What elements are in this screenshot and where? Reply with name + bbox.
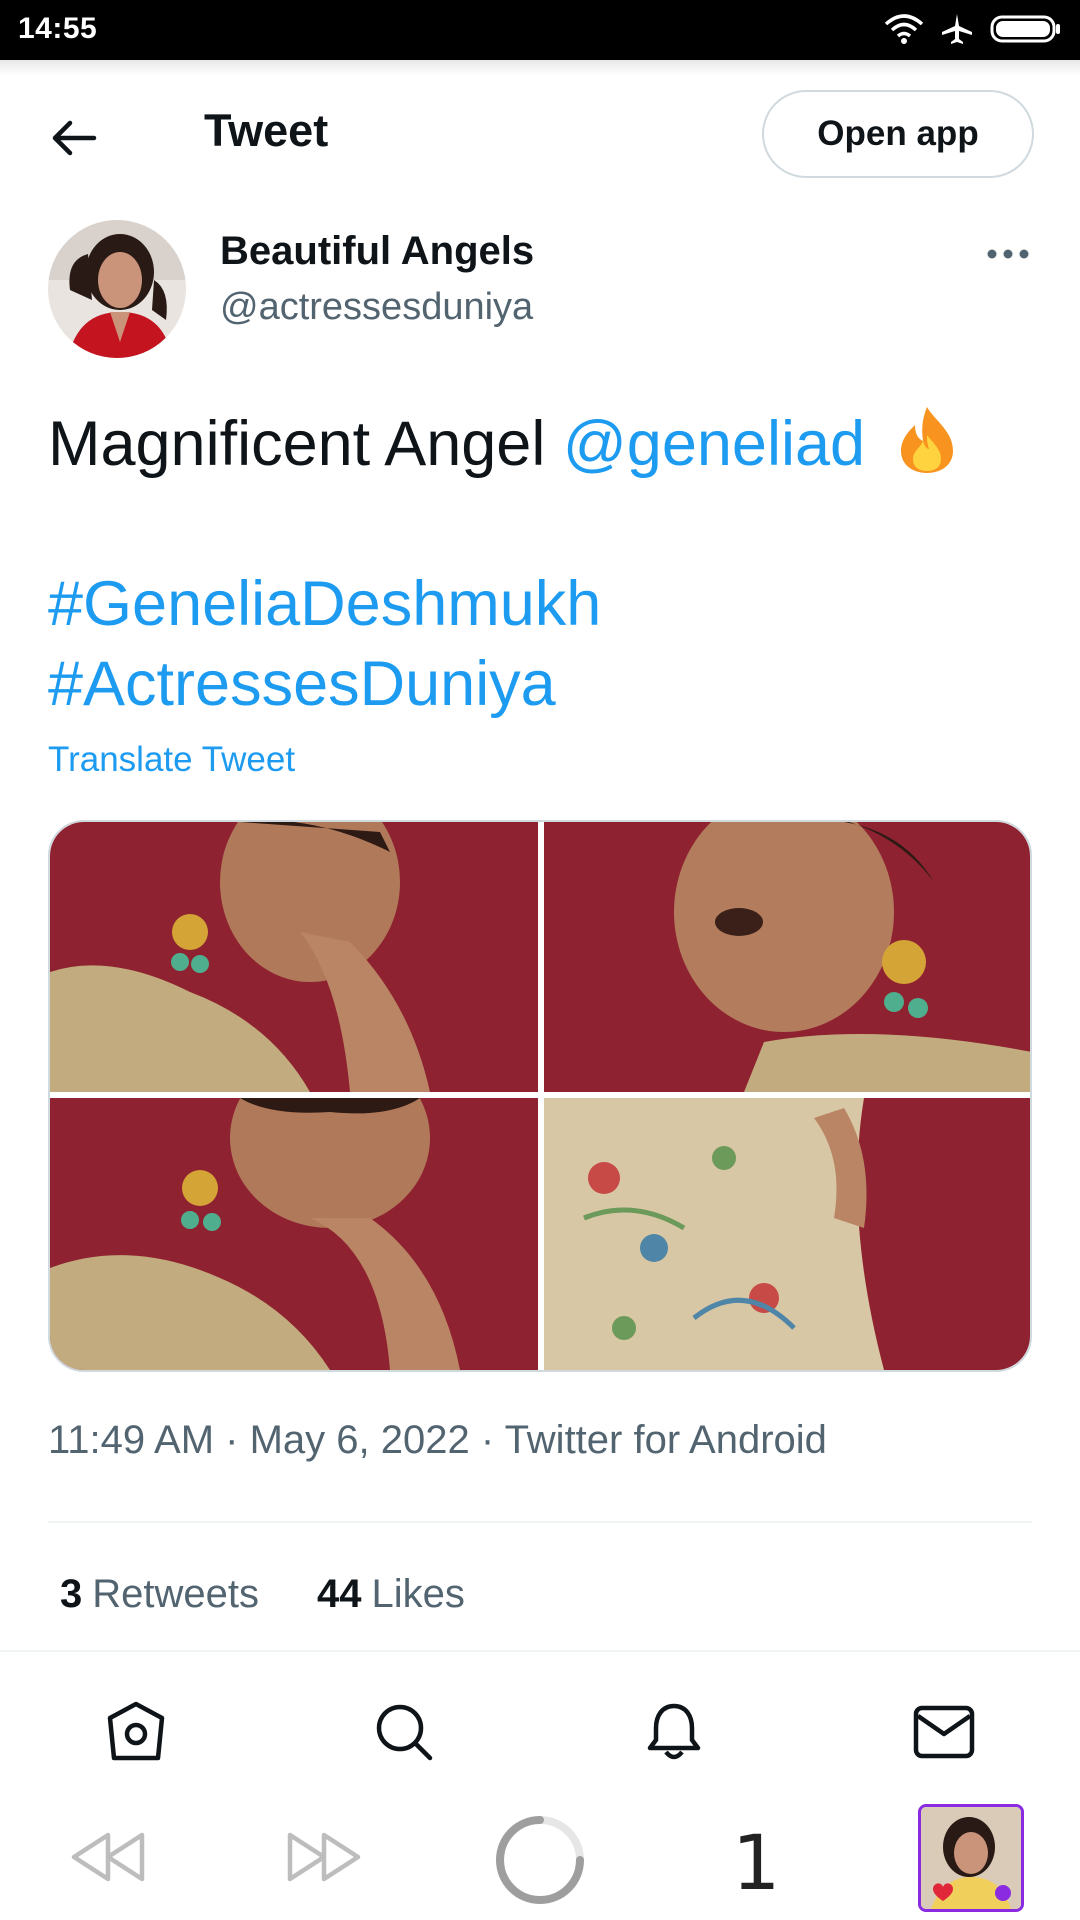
status-bar: 14:55 xyxy=(0,0,1080,60)
page-title: Tweet xyxy=(204,105,329,156)
tab-notifications[interactable] xyxy=(634,1692,714,1772)
tweet-time: 11:49 AM xyxy=(48,1418,215,1462)
home-icon xyxy=(107,1701,165,1761)
nav-shadow xyxy=(0,60,1080,76)
retweets-label: Retweets xyxy=(92,1572,259,1616)
tweet-stats: 3 Retweets 44 Likes xyxy=(60,1572,465,1617)
bottom-tab-bar xyxy=(0,1652,1080,1802)
arrow-left-icon xyxy=(52,120,97,156)
divider xyxy=(48,1521,1032,1523)
tweet-photo-4[interactable] xyxy=(544,1098,1030,1370)
browser-loading-button[interactable] xyxy=(494,1814,586,1906)
browser-tab-count[interactable]: 1 xyxy=(732,1818,780,1907)
author-name[interactable]: Beautiful Angels xyxy=(220,229,534,274)
retweets-count: 3 xyxy=(60,1572,83,1616)
tweet-photo-1[interactable] xyxy=(50,822,538,1092)
tweet-timestamp[interactable]: 11:49 AM · May 6, 2022 · Twitter for And… xyxy=(48,1418,827,1463)
fast-forward-icon xyxy=(287,1832,361,1882)
top-navigation: Tweet Open app xyxy=(0,60,1080,200)
mention-link[interactable]: @geneliad xyxy=(563,409,865,479)
browser-forward-button[interactable] xyxy=(282,1824,366,1890)
tweet-text: Magnificent Angel @geneliad #GeneliaDesh… xyxy=(48,404,1038,724)
tweet-line-1: Magnificent Angel @geneliad xyxy=(48,404,1038,484)
tab-messages[interactable] xyxy=(904,1692,984,1772)
tweet-body: Magnificent Angel xyxy=(48,409,546,479)
back-button[interactable] xyxy=(44,108,104,168)
tab-home[interactable] xyxy=(96,1692,176,1772)
fire-emoji-icon xyxy=(900,407,953,473)
media-grid xyxy=(48,820,1032,1372)
wifi-icon xyxy=(884,14,924,44)
likes-stat[interactable]: 44 Likes xyxy=(317,1572,465,1617)
airplane-mode-icon xyxy=(942,14,972,44)
tab-search[interactable] xyxy=(364,1692,444,1772)
more-horizontal-icon xyxy=(987,249,1029,259)
hashtag-link[interactable]: #ActressesDuniya xyxy=(48,644,1038,724)
browser-account-thumbnail[interactable] xyxy=(918,1804,1024,1912)
status-icons xyxy=(884,12,1062,46)
tweet-source: Twitter for Android xyxy=(504,1418,827,1462)
loading-spinner-icon xyxy=(496,1816,584,1904)
rewind-icon xyxy=(71,1832,145,1882)
notifications-icon xyxy=(647,1703,701,1760)
likes-label: Likes xyxy=(371,1572,465,1616)
likes-count: 44 xyxy=(317,1572,362,1616)
tweet-photo-2[interactable] xyxy=(544,822,1030,1092)
status-time: 14:55 xyxy=(18,12,98,45)
battery-icon xyxy=(990,15,1060,43)
browser-toolbar: 1 xyxy=(0,1802,1080,1920)
messages-icon xyxy=(913,1705,975,1759)
browser-back-button[interactable] xyxy=(66,1824,150,1890)
open-app-button[interactable]: Open app xyxy=(762,90,1034,178)
translate-tweet-link[interactable]: Translate Tweet xyxy=(48,740,295,780)
more-options-button[interactable] xyxy=(980,238,1036,270)
hashtag-link[interactable]: #GeneliaDeshmukh xyxy=(48,564,1038,644)
tweet-photo-3[interactable] xyxy=(50,1098,538,1370)
author-handle[interactable]: @actressesduniya xyxy=(220,286,533,329)
avatar[interactable] xyxy=(48,220,186,358)
retweets-stat[interactable]: 3 Retweets xyxy=(60,1572,259,1617)
search-icon xyxy=(376,1704,433,1761)
tweet-date: May 6, 2022 xyxy=(249,1418,470,1462)
